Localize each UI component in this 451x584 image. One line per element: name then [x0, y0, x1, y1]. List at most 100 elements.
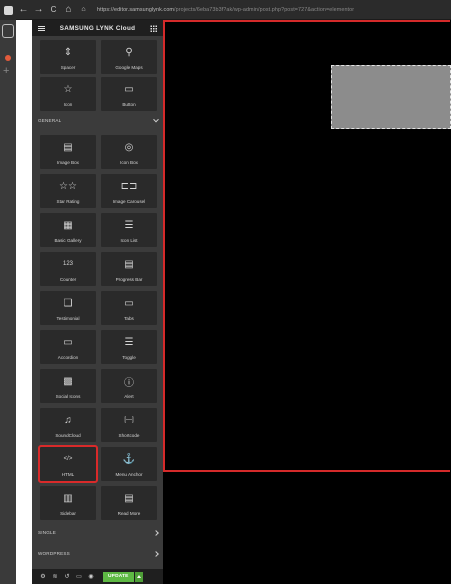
widget-tile-google-maps[interactable]: ⚲ Google Maps — [101, 40, 157, 74]
widget-tile-basic-gallery[interactable]: ▦ Basic Gallery — [40, 213, 96, 247]
panel-title: SAMSUNG LYNK Cloud — [59, 24, 136, 32]
forward-icon[interactable]: → — [31, 0, 46, 20]
widget-tile-image-carousel[interactable]: ⊏⊐ Image Carousel — [101, 174, 157, 208]
widget-tile-social-icons[interactable]: ▩ Social Icons — [40, 369, 96, 403]
dock-page-icon[interactable] — [2, 24, 14, 38]
chevron-down-icon — [153, 116, 159, 122]
widget-label: Accordion — [57, 355, 79, 360]
widget-tile-button[interactable]: ▭ Button — [101, 77, 157, 111]
dock-add-icon[interactable]: + — [3, 66, 9, 77]
menu-icon[interactable] — [38, 25, 45, 31]
alert-icon: ⓘ — [101, 374, 157, 389]
widget-tile-menu-anchor[interactable]: ⚓ Menu Anchor — [101, 447, 157, 481]
panel-header: SAMSUNG LYNK Cloud — [32, 20, 163, 36]
html-icon-glyph: </> — [63, 456, 73, 462]
widget-tile-spacer[interactable]: ⇕ Spacer — [40, 40, 96, 74]
widget-tile-counter[interactable]: 123 Counter — [40, 252, 96, 286]
widget-tile-soundcloud[interactable]: ♫ SoundCloud — [40, 408, 96, 442]
accordion-icon-glyph: ▭ — [63, 336, 73, 348]
testimonial-icon-glyph: ❑ — [63, 297, 73, 309]
accordion-icon: ▭ — [40, 335, 96, 349]
widget-label: Button — [122, 102, 136, 107]
widget-label: Icon List — [120, 238, 138, 243]
widget-label: Shortcode — [118, 433, 140, 438]
update-button[interactable]: UPDATE — [103, 571, 134, 582]
widget-label: Icon — [63, 102, 73, 107]
dock-notification-icon[interactable] — [5, 55, 11, 61]
widget-tile-alert[interactable]: ⓘ Alert — [101, 369, 157, 403]
widget-tile-shortcode[interactable]: [—] Shortcode — [101, 408, 157, 442]
section-wordpress[interactable]: WORDPRESS — [38, 550, 159, 557]
progress-bar-icon: ▤ — [101, 257, 157, 271]
home-icon[interactable]: ⌂ — [61, 0, 76, 20]
section-single[interactable]: SINGLE — [38, 529, 159, 536]
widget-label: Testimonial — [56, 316, 80, 321]
section-general[interactable]: GENERAL — [38, 116, 159, 123]
widget-label: Read More — [117, 511, 141, 516]
map-icon: ⚲ — [101, 45, 157, 59]
widget-tile-testimonial[interactable]: ❑ Testimonial — [40, 291, 96, 325]
app-dock: + — [0, 0, 16, 584]
history-icon[interactable]: ↺ — [61, 573, 73, 580]
widget-label: Alert — [124, 394, 134, 399]
gallery-icon-glyph: ▦ — [63, 219, 73, 231]
section-general-label: GENERAL — [38, 118, 62, 123]
settings-icon[interactable]: ⚙ — [37, 573, 49, 580]
widget-tile-tabs[interactable]: ▭ Tabs — [101, 291, 157, 325]
widget-tile-read-more[interactable]: ▤ Read More — [101, 486, 157, 520]
icon-list-icon-glyph: ☰ — [124, 219, 134, 231]
widget-tile-star-rating[interactable]: ☆☆ Star Rating — [40, 174, 96, 208]
preview-icon[interactable]: ◉ — [85, 573, 97, 580]
star-icon-glyph: ☆ — [63, 83, 73, 95]
navigator-icon[interactable]: ≋ — [49, 573, 61, 580]
widget-tile-icon-list[interactable]: ☰ Icon List — [101, 213, 157, 247]
read-more-icon: ▤ — [101, 491, 157, 505]
widget-tile-accordion[interactable]: ▭ Accordion — [40, 330, 96, 364]
widget-panel: SAMSUNG LYNK Cloud ⇕ Spacer ⚲ Google Maps ☆ I… — [32, 20, 163, 584]
widget-label: Tabs — [124, 316, 134, 321]
image-carousel-icon-glyph: ⊏⊐ — [120, 180, 138, 192]
shortcode-icon-glyph: [—] — [124, 417, 134, 423]
anchor-icon: ⚓ — [101, 452, 157, 466]
testimonial-icon: ❑ — [40, 296, 96, 310]
widget-label: Sidebar — [60, 511, 76, 516]
tabs-icon: ▭ — [101, 296, 157, 310]
url-path: /projects/6eba73b3f?ak/wp-admin/post.php… — [174, 6, 355, 13]
lock-icon: ⌂ — [81, 5, 86, 13]
widget-tile-progress-bar[interactable]: ▤ Progress Bar — [101, 252, 157, 286]
counter-icon: 123 — [40, 257, 96, 271]
widget-label: Star Rating — [56, 199, 80, 204]
widget-tile-sidebar[interactable]: ▥ Sidebar — [40, 486, 96, 520]
widget-tile-image-box[interactable]: ▤ Image Box — [40, 135, 96, 169]
gallery-icon: ▦ — [40, 218, 96, 232]
widget-label: Icon Box — [120, 160, 138, 165]
widget-label: HTML — [61, 472, 75, 477]
widget-tile-toggle[interactable]: ☰ Toggle — [101, 330, 157, 364]
button-icon-glyph: ▭ — [124, 83, 134, 95]
back-icon[interactable]: ← — [16, 0, 31, 20]
widget-label: Progress Bar — [115, 277, 143, 282]
chevron-right-icon — [153, 529, 159, 536]
widgets-grid-icon[interactable] — [149, 24, 157, 32]
spacer-icon: ⇕ — [40, 45, 96, 59]
read-more-icon-glyph: ▤ — [124, 492, 134, 504]
widget-tile-icon-box[interactable]: ◎ Icon Box — [101, 135, 157, 169]
reload-icon[interactable]: C — [46, 0, 61, 20]
icon-list-icon: ☰ — [101, 218, 157, 232]
page-canvas[interactable] — [163, 20, 451, 584]
responsive-icon[interactable]: ▭ — [73, 573, 85, 580]
update-options-icon[interactable] — [134, 571, 143, 582]
image-placeholder[interactable] — [331, 65, 451, 129]
widget-label: Google Maps — [115, 65, 143, 70]
tabs-icon-glyph: ▭ — [124, 297, 134, 309]
section-wordpress-label: WORDPRESS — [38, 551, 70, 556]
address-bar[interactable]: https://editor.samsunglynk.com/projects/… — [97, 7, 354, 13]
soundcloud-icon-glyph: ♫ — [64, 414, 72, 426]
widget-label: Image Carousel — [112, 199, 146, 204]
spacer-icon-glyph: ⇕ — [63, 46, 73, 58]
alert-icon-glyph: ⓘ — [124, 377, 134, 389]
star-rating-icon-glyph: ☆☆ — [59, 180, 77, 192]
widget-tile-icon[interactable]: ☆ Icon — [40, 77, 96, 111]
image-carousel-icon: ⊏⊐ — [101, 179, 157, 193]
widget-tile-html[interactable]: </> HTML — [38, 445, 98, 483]
